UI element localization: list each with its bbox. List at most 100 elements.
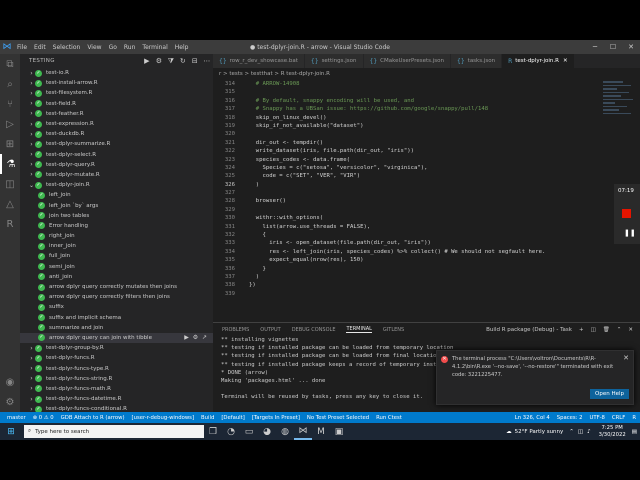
vscode-taskbar-icon[interactable]: ⋈ [294, 423, 312, 440]
code-line[interactable]: 324 Species = c("setosa", "versicolor", … [213, 165, 640, 173]
test-file-item[interactable]: › ✓ test-expression.R [20, 119, 213, 129]
code-line[interactable]: 318 skip_on_linux_devel() [213, 115, 640, 123]
close-window-icon[interactable]: ✕ [622, 40, 640, 54]
run-all-tests-icon[interactable]: ▶ [141, 57, 153, 66]
test-file-item[interactable]: › ✓ test-io.R [20, 68, 213, 78]
code-line[interactable]: 322 write_dataset(iris, file.path(dir_ou… [213, 148, 640, 156]
test-file-item[interactable]: › ✓ test-feather.R [20, 109, 213, 119]
code-line[interactable]: 320 [213, 131, 640, 139]
code-line[interactable]: 333 iris <- open_dataset(file.path(dir_o… [213, 240, 640, 248]
menu-run[interactable]: Run [124, 44, 136, 51]
kill-terminal-icon[interactable]: 🗑 [603, 327, 610, 333]
test-case-item[interactable]: ✓ right_join [20, 231, 213, 241]
code-line[interactable]: 335 expect_equal(nrow(res), 150) [213, 257, 640, 265]
test-file-item[interactable]: › ✓ test-dplyr-funcs-math.R [20, 384, 213, 394]
close-notification-icon[interactable]: ✕ [623, 354, 629, 362]
status-item[interactable]: UTF-8 [589, 415, 604, 421]
status-item[interactable]: ⊗ 0 ⚠ 0 [33, 415, 54, 421]
chevron-right-icon[interactable]: › [28, 110, 35, 117]
panel-tab-terminal[interactable]: TERMINAL [346, 326, 372, 333]
close-panel-icon[interactable]: ✕ [628, 327, 633, 333]
search-icon[interactable]: ⌕ [0, 74, 20, 94]
test-case-item[interactable]: ✓ inner_join [20, 241, 213, 251]
filter-icon[interactable]: ⧩ [165, 57, 177, 66]
test-case-item[interactable]: ✓ left_join `by` args [20, 200, 213, 210]
code-line[interactable]: 330 withr::with_options( [213, 215, 640, 223]
code-line[interactable]: 334 res <- left_join(iris, species_codes… [213, 249, 640, 257]
chevron-right-icon[interactable]: › [28, 171, 35, 178]
account-icon[interactable]: ◉ [0, 372, 20, 392]
code-line[interactable]: 331 list(arrow.use_threads = FALSE), [213, 224, 640, 232]
test-case-item[interactable]: ✓ suffix and implicit schema [20, 313, 213, 323]
status-item[interactable]: [Default] [221, 415, 245, 421]
chevron-right-icon[interactable]: › [28, 141, 35, 148]
code-line[interactable]: 326 ) [213, 182, 640, 190]
tray-chevron-icon[interactable]: ⌃ [569, 429, 574, 435]
test-case-item[interactable]: ✓ left_join [20, 190, 213, 200]
menu-view[interactable]: View [87, 44, 101, 51]
run-test-icon[interactable]: ▶ [182, 334, 191, 341]
taskbar-search[interactable]: ⌕ Type here to search [24, 425, 204, 438]
menu-terminal[interactable]: Terminal [142, 44, 167, 51]
debug-test-icon[interactable]: ⚙ [191, 334, 200, 341]
code-line[interactable]: 329 [213, 207, 640, 215]
test-file-item[interactable]: › ✓ test-duckdb.R [20, 129, 213, 139]
editor-tab[interactable]: {} settings.json [304, 54, 364, 68]
test-file-item[interactable]: › ✓ test-dplyr-summarize.R [20, 139, 213, 149]
test-case-item[interactable]: ✓ full_join [20, 251, 213, 261]
status-item[interactable]: No Test Preset Selected [307, 415, 369, 421]
test-case-item[interactable]: ✓ suffix [20, 302, 213, 312]
chevron-right-icon[interactable]: › [28, 345, 35, 352]
testing-icon[interactable]: ⚗ [0, 154, 20, 174]
collapse-all-icon[interactable]: ⊟ [189, 57, 201, 66]
test-file-item[interactable]: › ✓ test-dplyr-group-by.R [20, 343, 213, 353]
code-line[interactable]: 321 dir_out <- tempdir() [213, 140, 640, 148]
menu-go[interactable]: Go [109, 44, 117, 51]
mingw-taskbar-icon[interactable]: M [312, 423, 330, 440]
code-line[interactable]: 325 code = c("SET", "VER", "VIR") [213, 173, 640, 181]
source-control-icon[interactable]: ⑂ [0, 94, 20, 114]
panel-tab-gitlens[interactable]: GITLENS [383, 327, 404, 333]
status-item[interactable]: Build [201, 415, 214, 421]
cmake-icon[interactable]: △ [0, 194, 20, 214]
task-view-icon[interactable]: ❐ [204, 423, 222, 440]
test-case-item[interactable]: ✓ arrow dplyr query can join with tibble ▶… [20, 332, 213, 344]
test-file-item[interactable]: › ✓ test-field.R [20, 99, 213, 109]
chevron-right-icon[interactable]: › [28, 131, 35, 138]
windows-start-icon[interactable]: ⊞ [4, 423, 18, 440]
chevron-down-icon[interactable]: ⌄ [28, 182, 35, 189]
panel-tab-output[interactable]: OUTPUT [260, 327, 280, 333]
chevron-right-icon[interactable]: › [28, 385, 35, 392]
test-file-item[interactable]: › ✓ test-dplyr-query.R [20, 160, 213, 170]
editor-tab[interactable]: {} row_r_dev_showcase.bat [213, 54, 305, 68]
settings-gear-icon[interactable]: ⚙ [0, 392, 20, 412]
editor-tab[interactable]: {} tasks.json [451, 54, 503, 68]
chrome-icon[interactable]: ◍ [276, 423, 294, 440]
chevron-right-icon[interactable]: › [28, 90, 35, 97]
menu-file[interactable]: File [17, 44, 27, 51]
code-line[interactable]: 336 } [213, 266, 640, 274]
file-explorer-icon[interactable]: ▭ [240, 423, 258, 440]
r-icon[interactable]: R [0, 214, 20, 234]
chevron-right-icon[interactable]: › [28, 151, 35, 158]
maximize-panel-icon[interactable]: ⌃ [617, 327, 622, 333]
clock[interactable]: 7:25 PM 3/30/2022 [599, 425, 626, 439]
test-case-item[interactable]: ✓ arrow dplyr query correctly mutates the… [20, 282, 213, 292]
explorer-icon[interactable]: ⧉ [0, 54, 20, 74]
code-line[interactable]: 339 [213, 291, 640, 299]
code-editor[interactable]: 314 # ARROW-14908 315 316 # By default, sn… [213, 79, 640, 322]
panel-tab-problems[interactable]: PROBLEMS [222, 327, 249, 333]
code-line[interactable]: 338}) [213, 282, 640, 290]
minimize-icon[interactable]: ─ [586, 40, 604, 54]
status-item[interactable]: R [632, 415, 636, 421]
split-terminal-icon[interactable]: ◫ [591, 327, 596, 333]
close-tab-icon[interactable]: ✕ [563, 58, 568, 64]
breadcrumb[interactable]: r > tests > testthat > R test-dplyr-join… [213, 68, 640, 79]
remote-icon[interactable]: ◫ [0, 174, 20, 194]
new-terminal-icon[interactable]: + [579, 327, 584, 333]
test-file-item[interactable]: › ✓ test-install-arrow.R [20, 78, 213, 88]
pause-recording-icon[interactable]: ❚❚ [624, 229, 636, 237]
test-file-item[interactable]: › ✓ test-dplyr-select.R [20, 150, 213, 160]
weather-text[interactable]: 52°F Partly sunny [515, 429, 564, 435]
test-file-item[interactable]: › ✓ test-filesystem.R [20, 88, 213, 98]
